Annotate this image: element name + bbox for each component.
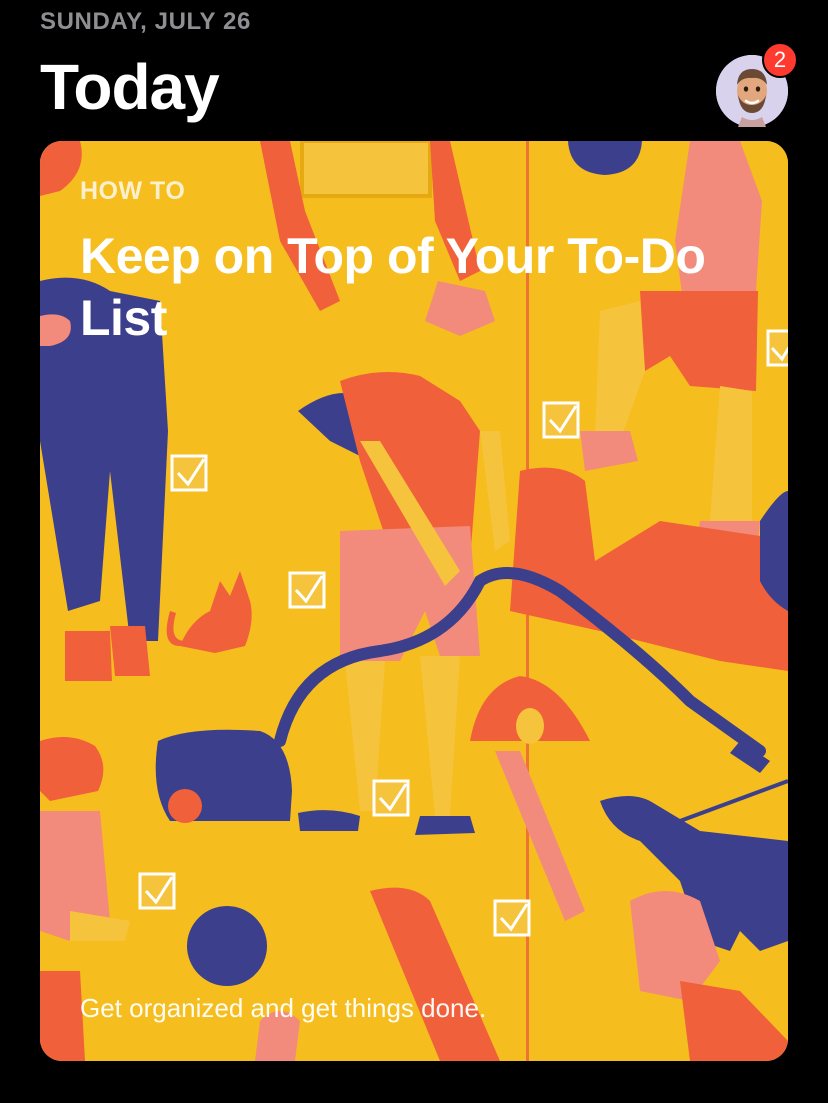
- date-label: SUNDAY, JULY 26: [40, 8, 251, 35]
- notification-badge: 2: [762, 42, 798, 78]
- card-subtitle: Get organized and get things done.: [80, 993, 487, 1023]
- card-title: Keep on Top of Your To-Do List: [80, 228, 706, 346]
- checkbox-icon: [288, 571, 326, 609]
- checkbox-icon: [493, 899, 531, 937]
- today-story-card[interactable]: HOW TO Keep on Top of Your To-Do List Ge…: [40, 141, 788, 1061]
- checkbox-icon: [372, 779, 410, 817]
- checkbox-icon: [766, 329, 788, 367]
- checkbox-icon: [542, 401, 580, 439]
- page-title: Today: [40, 51, 220, 123]
- checkbox-icon: [170, 454, 208, 492]
- checkbox-icon: [138, 872, 176, 910]
- card-eyebrow: HOW TO: [80, 177, 186, 205]
